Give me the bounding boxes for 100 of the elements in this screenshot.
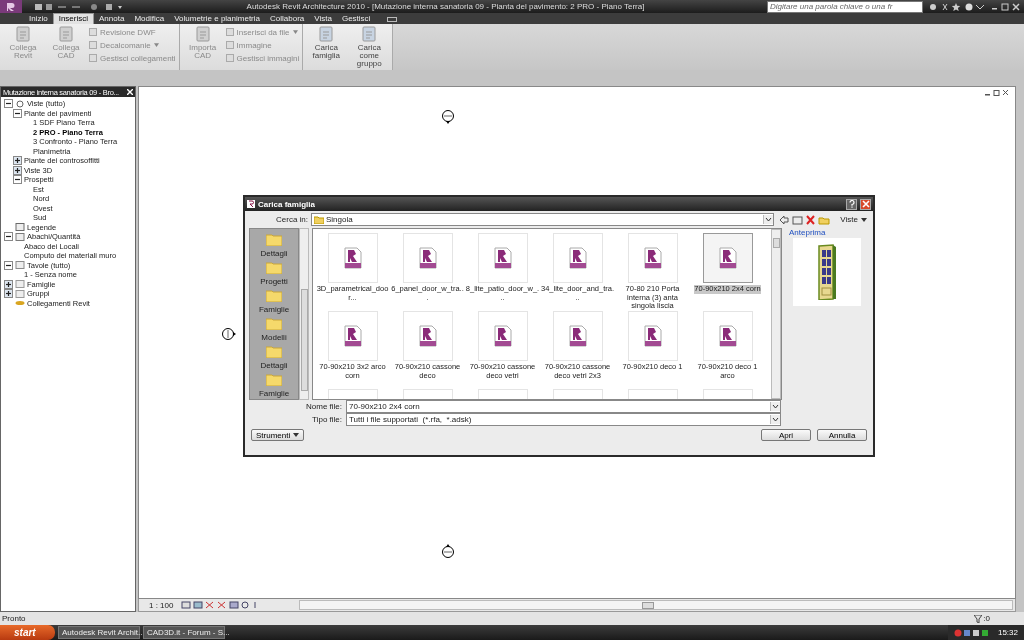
- ribbon-tab[interactable]: Collabora: [265, 14, 310, 24]
- application-menu-button[interactable]: [0, 0, 22, 13]
- tree-node-icon: [15, 232, 25, 241]
- ribbon-button[interactable]: Carica come gruppo: [349, 25, 390, 69]
- place-shortcut[interactable]: Dettagli: [260, 343, 288, 372]
- tools-dropdown-button[interactable]: Strumenti: [251, 429, 305, 441]
- help-button[interactable]: [846, 198, 857, 210]
- search-field[interactable]: Digitare una parola chiave o una fr: [767, 0, 923, 13]
- expand-toggle[interactable]: [4, 289, 13, 299]
- caret-icon[interactable]: [861, 217, 867, 222]
- folder-icon: [266, 289, 282, 303]
- caret-icon: [293, 433, 300, 437]
- ribbon-tab[interactable]: Annota: [94, 14, 130, 24]
- dropdown-arrow-icon[interactable]: [770, 402, 780, 411]
- folder-icon: [266, 344, 282, 358]
- place-shortcut[interactable]: Famiglie: [258, 371, 290, 399]
- family-file-icon: [717, 247, 738, 269]
- expand-toggle[interactable]: [13, 108, 22, 118]
- elevation-marker-icon: [441, 543, 455, 559]
- status-text: Pronto: [2, 614, 26, 623]
- family-file-icon: [492, 247, 513, 269]
- ribbon-tab[interactable]: Vista: [309, 14, 337, 24]
- expand-toggle[interactable]: [13, 156, 22, 166]
- help-icon: [848, 200, 855, 208]
- family-file-icon: [642, 247, 663, 269]
- filter-icon[interactable]: [974, 614, 983, 623]
- views-menu[interactable]: Viste: [840, 215, 858, 224]
- dropdown-arrow-icon[interactable]: [763, 215, 774, 224]
- look-in-label: Cerca in:: [275, 215, 308, 224]
- elevation-marker-icon: [221, 327, 237, 341]
- ribbon-button[interactable]: Carica famiglia: [306, 25, 347, 69]
- door-preview-drawing: [817, 244, 837, 300]
- file-name-field[interactable]: 70-90x210 2x4 corn: [346, 400, 781, 413]
- navigation-tools-icon[interactable]: [779, 214, 832, 225]
- horizontal-scrollbar[interactable]: [299, 600, 1013, 610]
- dialog-title: Carica famiglia: [258, 199, 316, 209]
- dialog-button[interactable]: Annulla: [817, 429, 867, 441]
- file-list-scrollbar[interactable]: [771, 229, 781, 399]
- filter-count: :0: [983, 614, 990, 623]
- family-file-thumbnail[interactable]: [702, 233, 753, 283]
- close-icon[interactable]: [127, 89, 133, 95]
- ribbon-tab[interactable]: Inizio: [24, 14, 53, 24]
- look-in-dropdown[interactable]: Singola: [311, 213, 775, 226]
- family-file-icon: [642, 325, 663, 347]
- dropdown-arrow-icon[interactable]: [770, 415, 780, 424]
- ribbon-tab[interactable]: Modifica: [129, 14, 170, 24]
- file-name-label: Nome file:: [305, 402, 342, 411]
- ribbon-tab[interactable]: Volumetrie e planimetria: [169, 14, 265, 24]
- taskbar-button[interactable]: Autodesk Revit Archit...: [58, 626, 140, 639]
- family-file-icon: [567, 247, 588, 269]
- family-file-icon: [417, 247, 438, 269]
- folder-icon: [266, 372, 282, 386]
- caret-icon: [292, 30, 298, 34]
- view-scale[interactable]: 1 : 100: [149, 600, 174, 610]
- tree-node-icon: [15, 280, 25, 289]
- preview-label: Anteprima: [789, 228, 826, 237]
- caret-icon: [153, 43, 159, 47]
- file-type-dropdown[interactable]: Tutti i file supportati (*.rfa, *.adsk): [346, 413, 781, 426]
- place-shortcut[interactable]: Modelli: [261, 315, 287, 344]
- window-title: Autodesk Revit Architecture 2010 - [Mutazione interna sanatoria 09 - Pianta del pavimento: 2 PRO - Piano Terra]: [245, 2, 646, 11]
- expand-toggle[interactable]: [4, 260, 13, 270]
- tree-node-icon: [15, 99, 25, 108]
- help-tools-icon[interactable]: [929, 2, 985, 11]
- start-button[interactable]: start: [0, 625, 55, 640]
- family-file-icon: [492, 325, 513, 347]
- expand-toggle[interactable]: [13, 165, 22, 175]
- document-icon: [361, 26, 378, 42]
- folder-icon: [266, 233, 282, 247]
- expand-toggle[interactable]: [13, 175, 22, 185]
- close-icon: [861, 200, 870, 208]
- expand-toggle[interactable]: [4, 99, 13, 109]
- clock: 15:32: [997, 628, 1018, 637]
- document-icon: [318, 26, 335, 42]
- family-file-icon: [342, 325, 363, 347]
- place-shortcut[interactable]: Famiglie: [258, 287, 290, 316]
- folder-icon: [314, 215, 324, 224]
- dialog-app-icon: [247, 200, 255, 208]
- ribbon-minimize-icon[interactable]: [387, 17, 398, 22]
- file-type-label: Tipo file:: [311, 415, 342, 424]
- place-shortcut[interactable]: Progetti: [260, 259, 288, 288]
- document-icon: [15, 26, 31, 42]
- place-shortcut[interactable]: Dettagli: [260, 232, 288, 260]
- tree-node-icon: [15, 223, 25, 232]
- places-scrollbar[interactable]: [299, 228, 309, 400]
- document-icon: [58, 26, 74, 42]
- quick-access-toolbar-icon[interactable]: [34, 2, 124, 11]
- window-controls-icon[interactable]: [991, 2, 1021, 11]
- family-file-icon: [567, 325, 588, 347]
- family-file-icon: [717, 325, 738, 347]
- expand-toggle[interactable]: [4, 232, 13, 242]
- elevation-marker-icon: [441, 109, 455, 125]
- close-button[interactable]: [860, 198, 871, 210]
- expand-toggle[interactable]: [4, 279, 13, 289]
- tree-node-icon: [15, 289, 25, 298]
- dialog-button[interactable]: Apri: [761, 429, 811, 441]
- family-file-icon: [342, 247, 363, 269]
- tree-node-icon: [15, 261, 25, 270]
- view-window-controls-icon[interactable]: [985, 90, 1009, 96]
- app-logo-icon: [5, 1, 17, 12]
- ribbon-tab[interactable]: Gestisci: [336, 14, 376, 24]
